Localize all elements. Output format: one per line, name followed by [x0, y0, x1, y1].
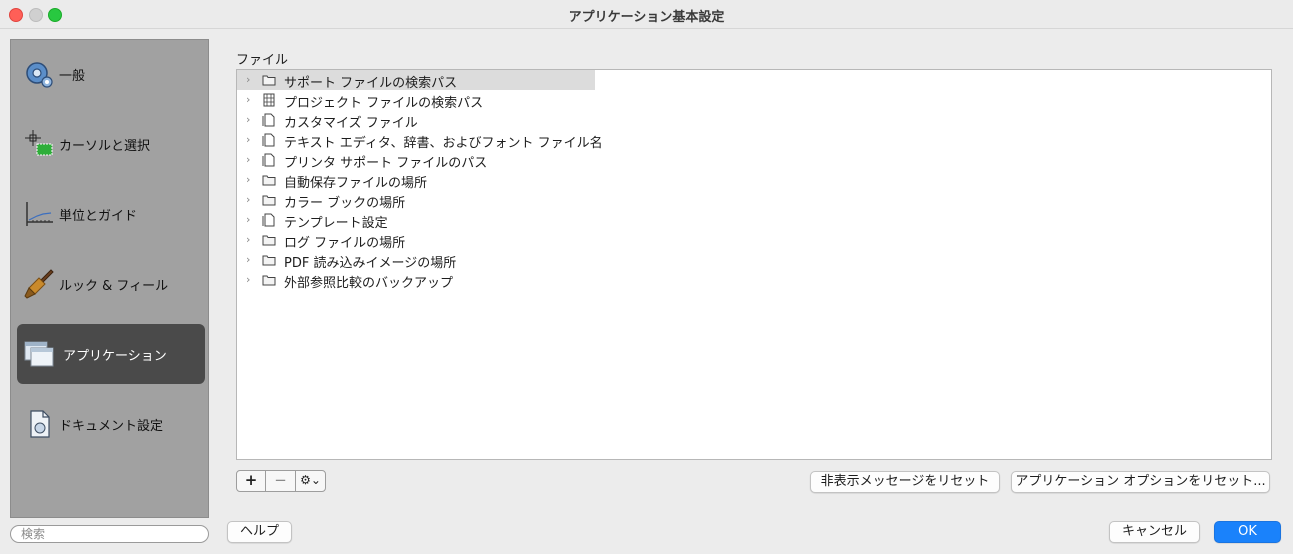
brush-icon	[24, 269, 54, 299]
tree-row[interactable]: › 外部参照比較のバックアップ	[237, 270, 595, 291]
tree-row[interactable]: › PDF 読み込みイメージの場所	[237, 250, 595, 271]
sidebar-item-application[interactable]: アプリケーション	[17, 324, 205, 384]
document-settings-icon	[30, 410, 50, 438]
gear-icon	[26, 62, 53, 88]
chevron-right-icon[interactable]: ›	[246, 253, 250, 266]
tree-row-label: カスタマイズ ファイル	[284, 116, 418, 131]
file-icon	[262, 133, 275, 147]
sidebar-item-label: アプリケーション	[63, 349, 167, 364]
tree-row[interactable]: › プロジェクト ファイルの検索パス	[237, 90, 595, 111]
tree-row-label: 自動保存ファイルの場所	[284, 176, 428, 191]
tree-row[interactable]: › 自動保存ファイルの場所	[237, 170, 595, 191]
project-files-icon	[263, 93, 275, 107]
remove-button[interactable]: −	[265, 470, 296, 492]
window-title: アプリケーション基本設定	[568, 10, 725, 25]
cursor-selection-icon	[25, 130, 53, 156]
file-icon	[262, 153, 275, 167]
tree-row[interactable]: › プリンタ サポート ファイルのパス	[237, 150, 595, 171]
tree-row[interactable]: › テンプレート設定	[237, 210, 595, 231]
folder-icon	[262, 195, 276, 206]
sidebar-item-label: カーソルと選択	[59, 139, 151, 154]
sidebar-item-label: ルック & フィール	[59, 279, 169, 294]
add-button[interactable]: +	[236, 470, 266, 492]
tree-row[interactable]: › ログ ファイルの場所	[237, 230, 595, 251]
title-bar: アプリケーション基本設定	[0, 0, 1293, 29]
folder-icon	[262, 255, 276, 266]
sidebar-item-units-guides[interactable]: 単位とガイド	[17, 184, 205, 244]
reset-application-options-button[interactable]: アプリケーション オプションをリセット...	[1011, 471, 1270, 493]
reset-hidden-messages-button[interactable]: 非表示メッセージをリセット	[810, 471, 1000, 493]
tree-row-label: プロジェクト ファイルの検索パス	[284, 96, 484, 111]
file-icon	[262, 113, 275, 127]
sidebar: 一般 カーソルと選択 単位とガイド ルック & フィール アプリケーション ドキ…	[10, 39, 209, 518]
tree-row-label: プリンタ サポート ファイルのパス	[284, 156, 488, 171]
application-windows-icon	[24, 341, 54, 367]
chevron-right-icon[interactable]: ›	[246, 213, 250, 226]
units-guides-icon	[26, 202, 53, 226]
sidebar-item-document-settings[interactable]: ドキュメント設定	[17, 394, 205, 454]
tree-row[interactable]: › テキスト エディタ、辞書、およびフォント ファイル名	[237, 130, 603, 151]
tree-row-label: ログ ファイルの場所	[284, 236, 406, 251]
tree-row-label: テキスト エディタ、辞書、およびフォント ファイル名	[284, 136, 603, 151]
tree-row-label: サポート ファイルの検索パス	[284, 76, 458, 91]
tree-row-label: 外部参照比較のバックアップ	[284, 276, 454, 291]
ok-button[interactable]: OK	[1214, 521, 1281, 543]
folder-icon	[262, 75, 276, 86]
chevron-right-icon[interactable]: ›	[246, 73, 250, 86]
tree-row-label: テンプレート設定	[284, 216, 388, 231]
sidebar-item-look-feel[interactable]: ルック & フィール	[17, 254, 205, 314]
chevron-right-icon[interactable]: ›	[246, 113, 250, 126]
chevron-right-icon[interactable]: ›	[246, 233, 250, 246]
chevron-right-icon[interactable]: ›	[246, 173, 250, 186]
file-icon	[262, 213, 275, 227]
gear-menu-button[interactable]: ⚙⌄	[295, 470, 326, 492]
sidebar-item-label: 一般	[59, 69, 86, 84]
chevron-right-icon[interactable]: ›	[246, 193, 250, 206]
search-input[interactable]: 検索	[10, 525, 209, 543]
sidebar-item-label: 単位とガイド	[59, 209, 138, 224]
sidebar-item-label: ドキュメント設定	[59, 419, 164, 434]
chevron-right-icon[interactable]: ›	[246, 273, 250, 286]
folder-icon	[262, 175, 276, 186]
section-title: ファイル	[236, 53, 289, 68]
tree-row-label: カラー ブックの場所	[284, 196, 406, 211]
folder-icon	[262, 275, 276, 286]
tree-row[interactable]: › カスタマイズ ファイル	[237, 110, 595, 131]
tree-row[interactable]: › カラー ブックの場所	[237, 190, 595, 211]
sidebar-item-general[interactable]: 一般	[17, 44, 205, 104]
sidebar-item-cursor-selection[interactable]: カーソルと選択	[17, 114, 205, 174]
chevron-right-icon[interactable]: ›	[246, 133, 250, 146]
chevron-right-icon[interactable]: ›	[246, 93, 250, 106]
file-tree: › サポート ファイルの検索パス › プロジェクト ファイルの検索パス › カス…	[236, 69, 1272, 460]
cancel-button[interactable]: キャンセル	[1109, 521, 1200, 543]
tree-row[interactable]: › サポート ファイルの検索パス	[237, 70, 595, 91]
tree-row-label: PDF 読み込みイメージの場所	[284, 256, 457, 271]
help-button[interactable]: ヘルプ	[227, 521, 292, 543]
chevron-right-icon[interactable]: ›	[246, 153, 250, 166]
folder-icon	[262, 235, 276, 246]
